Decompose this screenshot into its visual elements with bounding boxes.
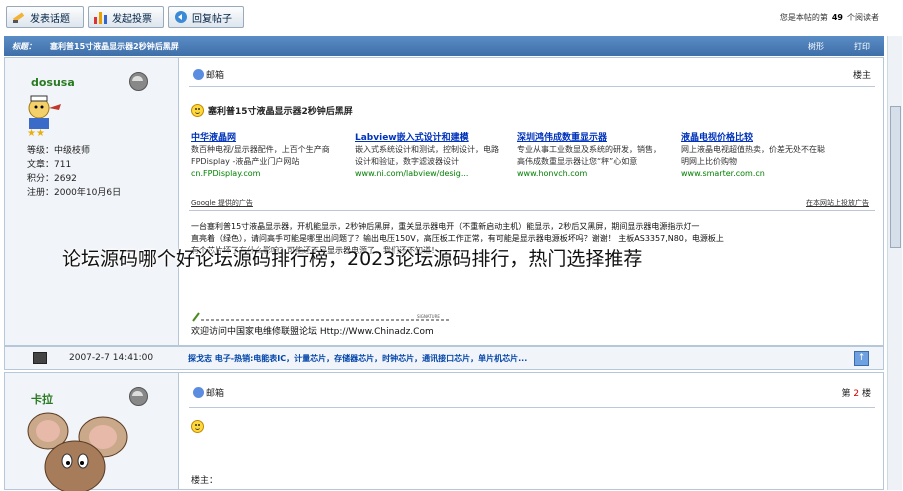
author-name[interactable]: dosusa xyxy=(31,76,75,89)
online-status-icon xyxy=(129,72,148,91)
new-topic-button[interactable]: 发表话题 xyxy=(6,6,84,28)
mailbox-link[interactable]: 邮箱 xyxy=(193,386,224,399)
post-2: 卡拉 邮箱 第 2 楼 楼主： xyxy=(4,372,884,491)
pencil-icon xyxy=(11,9,27,25)
author-registered: 注册：2000年10月6日 xyxy=(27,188,122,198)
new-poll-label: 发起投票 xyxy=(112,13,152,25)
ad-2[interactable]: Labview嵌入式设计和建模 嵌入式系统设计和测试，控制设计，电路设计和验证，数… xyxy=(355,132,505,180)
reply-label: 回复帖子 xyxy=(192,13,232,25)
topic-title-bar: 标题： 塞利普15寸液晶显示器2秒钟后黑屏 树形 打印 xyxy=(4,36,884,56)
tree-view-link[interactable]: 树形 xyxy=(808,41,824,52)
mailbox-link[interactable]: 邮箱 xyxy=(193,68,224,81)
avatar xyxy=(28,95,61,129)
topic-label: 标题： xyxy=(12,41,36,51)
footer-ad-links[interactable]: 探戈志 电子-热销:电能表IC，计量芯片，存储器芯片，时钟芯片，通讯接口芯片，单… xyxy=(188,353,527,364)
scrollbar-thumb[interactable] xyxy=(890,106,901,248)
smiley-icon xyxy=(191,104,204,117)
computer-icon xyxy=(33,352,47,364)
ad-3[interactable]: 深圳鸿伟成数重显示器 专业从事工业数显及系统的研发，销售，高伟成数重显示器让您“秤… xyxy=(517,132,667,180)
print-link[interactable]: 打印 xyxy=(854,41,870,52)
back-to-top-icon[interactable]: ↑ xyxy=(854,351,869,366)
post-footer: 2007-2-7 14:41:00 探戈志 电子-热销:电能表IC，计量芯片，存… xyxy=(4,346,884,370)
visitor-count: 您是本帖的第 49 个阅读者 xyxy=(779,13,879,22)
post-title: 塞利普15寸液晶显示器2秒钟后黑屏 xyxy=(191,104,353,117)
divider xyxy=(189,407,875,408)
signature-text: 欢迎访问中国家电维修联盟论坛 Http://Www.Chinadz.Com xyxy=(191,327,434,337)
post-1: dosusa ★★ 等级：中级枝师 文章：711 积分：2692 注册：2000… xyxy=(4,57,884,346)
new-topic-label: 发表话题 xyxy=(30,13,70,25)
reply-icon xyxy=(173,9,189,25)
post-content: 邮箱 楼主 塞利普15寸液晶显示器2秒钟后黑屏 中华液晶网 数百种电视/显示器配件… xyxy=(179,58,883,345)
author-posts: 文章：711 xyxy=(27,160,72,170)
svg-text:SIGNATURE: SIGNATURE xyxy=(417,314,440,319)
post-time: 2007-2-7 14:41:00 xyxy=(69,353,154,363)
author-points: 积分：2692 xyxy=(27,174,77,184)
mail-icon xyxy=(193,69,204,80)
signature-divider: SIGNATURE xyxy=(192,312,449,322)
post-content: 邮箱 第 2 楼 楼主： xyxy=(179,373,883,489)
advertise-link[interactable]: 在本网站上投放广告 xyxy=(806,198,869,208)
smiley-icon xyxy=(191,420,204,433)
divider xyxy=(189,210,875,211)
post-body: 楼主： xyxy=(191,476,219,486)
rank-stars: ★★ xyxy=(27,128,45,139)
google-ads-link[interactable]: Google 提供的广告 xyxy=(191,198,253,208)
author-info: 等级：中级枝师 文章：711 积分：2692 注册：2000年10月6日 xyxy=(27,144,121,200)
reply-button[interactable]: 回复帖子 xyxy=(168,6,244,28)
ad-4[interactable]: 液晶电视价格比较 网上液晶电视超值热卖，价差无处不在聪明网上比价购物 www.sma… xyxy=(681,132,831,180)
new-poll-button[interactable]: 发起投票 xyxy=(88,6,164,28)
author-level: 等级：中级枝师 xyxy=(27,146,91,156)
toolbar: 发表话题 发起投票 回复帖子 您是本帖的第 49 个阅读者 xyxy=(0,0,903,34)
watermark-caption: 论坛源码哪个好论坛源码排行榜，2023论坛源码排行，热门选择推荐 xyxy=(62,248,643,270)
scrollbar[interactable] xyxy=(887,36,902,490)
floor-label: 楼主 xyxy=(852,71,871,81)
author-name[interactable]: 卡拉 xyxy=(31,391,53,407)
chart-icon xyxy=(93,9,109,25)
topic-title: 塞利普15寸液晶显示器2秒钟后黑屏 xyxy=(50,41,179,51)
divider xyxy=(189,86,875,87)
author-panel: 卡拉 xyxy=(5,373,179,491)
mail-icon xyxy=(193,387,204,398)
avatar xyxy=(27,412,128,491)
online-status-icon xyxy=(129,387,148,406)
ad-1[interactable]: 中华液晶网 数百种电视/显示器配件，上百个生产商 FPDisplay -液晶产业门… xyxy=(191,132,341,180)
author-panel: dosusa ★★ 等级：中级枝师 文章：711 积分：2692 注册：2000… xyxy=(5,58,179,345)
floor-label: 第 2 楼 xyxy=(841,389,871,399)
